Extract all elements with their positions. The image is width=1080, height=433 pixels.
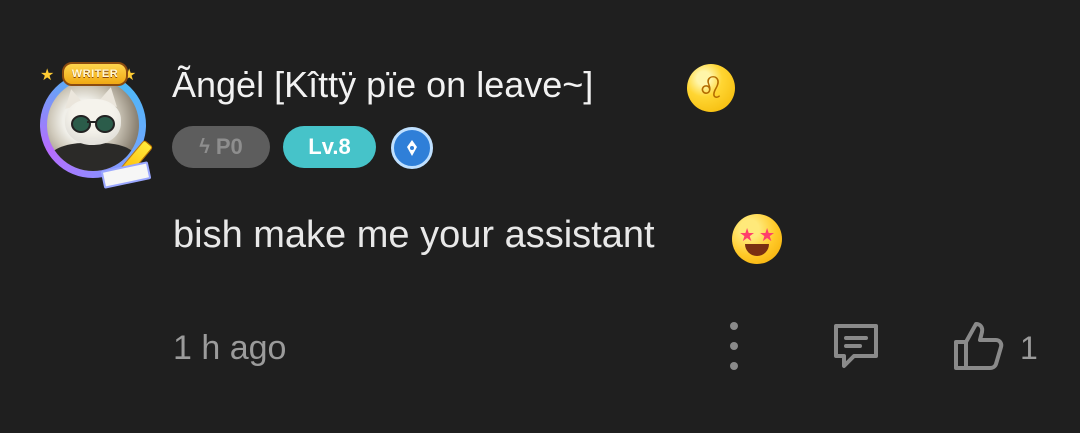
star-struck-emoji-icon: ★ ★ bbox=[732, 214, 782, 264]
comment-icon[interactable] bbox=[828, 318, 884, 374]
leo-zodiac-icon: ♌ bbox=[687, 64, 735, 112]
username[interactable]: Ãngėl [Kîttÿ pïe on leave~] bbox=[172, 64, 593, 106]
thumbs-up-icon[interactable] bbox=[950, 318, 1006, 374]
comment-card: ★ ★ WRITER Ãngėl [Kîttÿ pïe on leave~] ♌… bbox=[0, 0, 1080, 433]
level-badge[interactable]: Lv.8 bbox=[283, 126, 376, 168]
writer-frame-badge: WRITER bbox=[62, 62, 128, 86]
avatar[interactable]: ★ ★ WRITER bbox=[30, 62, 160, 189]
points-badge[interactable]: ϟ P0 bbox=[172, 126, 270, 168]
lightning-icon: ϟ bbox=[199, 135, 210, 158]
points-label: P0 bbox=[215, 134, 243, 159]
timestamp: 1 h ago bbox=[173, 329, 287, 367]
avatar-image bbox=[47, 79, 139, 171]
more-vertical-icon[interactable] bbox=[726, 322, 742, 370]
like-count: 1 bbox=[1020, 330, 1038, 366]
comment-text: bish make me your assistant bbox=[173, 214, 655, 256]
star-icon: ★ bbox=[40, 67, 55, 84]
pen-nib-icon[interactable] bbox=[391, 127, 433, 169]
